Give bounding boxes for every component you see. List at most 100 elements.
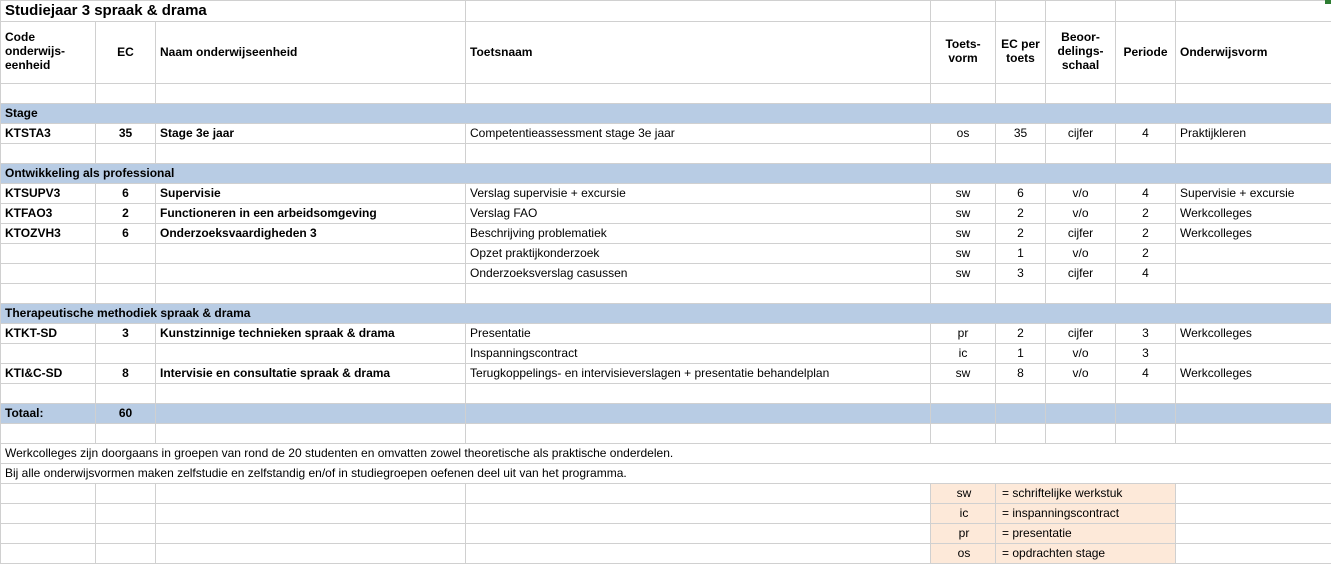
table-row: KTFAO32Functioneren in een arbeidsomgevi… bbox=[1, 204, 1331, 224]
cell-code: KTI&C-SD bbox=[1, 364, 96, 384]
cell-toets: Verslag supervisie + excursie bbox=[466, 184, 931, 204]
table-row: Inspanningscontractic1v/o3 bbox=[1, 344, 1331, 364]
legend-value: = schriftelijke werkstuk bbox=[996, 484, 1176, 504]
cell-periode: 2 bbox=[1116, 244, 1176, 264]
table-row: KTSUPV36SupervisieVerslag supervisie + e… bbox=[1, 184, 1331, 204]
cell-toets: Onderzoeksverslag casussen bbox=[466, 264, 931, 284]
cell-onderwijsvorm bbox=[1176, 244, 1331, 264]
legend-key: os bbox=[931, 544, 996, 564]
cell-periode: 4 bbox=[1116, 264, 1176, 284]
cell-vorm: ic bbox=[931, 344, 996, 364]
cell-schaal: v/o bbox=[1046, 184, 1116, 204]
cell-ec: 2 bbox=[96, 204, 156, 224]
note-row: Werkcolleges zijn doorgaans in groepen v… bbox=[1, 444, 1331, 464]
col-naam: Naam onderwijseenheid bbox=[156, 22, 466, 84]
cell-ec-per-toets: 1 bbox=[996, 344, 1046, 364]
cell-schaal: v/o bbox=[1046, 344, 1116, 364]
cell-ec bbox=[96, 264, 156, 284]
cell-toets: Presentatie bbox=[466, 324, 931, 344]
empty-row bbox=[1, 384, 1331, 404]
cell-ec bbox=[96, 244, 156, 264]
title-row: Studiejaar 3 spraak & drama bbox=[1, 1, 1331, 22]
cell-schaal: v/o bbox=[1046, 244, 1116, 264]
table-row: Opzet praktijkonderzoeksw1v/o2 bbox=[1, 244, 1331, 264]
section-header: Therapeutische methodiek spraak & drama bbox=[1, 304, 1331, 324]
cell-vorm: os bbox=[931, 124, 996, 144]
cell-toets: Opzet praktijkonderzoek bbox=[466, 244, 931, 264]
section-header: Ontwikkeling als professional bbox=[1, 164, 1331, 184]
note-row: Bij alle onderwijsvormen maken zelfstudi… bbox=[1, 464, 1331, 484]
cell-ec-per-toets: 2 bbox=[996, 324, 1046, 344]
cell-onderwijsvorm: Werkcolleges bbox=[1176, 224, 1331, 244]
cell-code: KTFAO3 bbox=[1, 204, 96, 224]
col-periode: Periode bbox=[1116, 22, 1176, 84]
total-label: Totaal: bbox=[1, 404, 96, 424]
legend-row: sw= schriftelijke werkstuk bbox=[1, 484, 1331, 504]
curriculum-table: Studiejaar 3 spraak & dramaCode onderwij… bbox=[0, 0, 1331, 564]
cell-schaal: v/o bbox=[1046, 364, 1116, 384]
cell-vorm: sw bbox=[931, 184, 996, 204]
legend-row: pr= presentatie bbox=[1, 524, 1331, 544]
note-text: Bij alle onderwijsvormen maken zelfstudi… bbox=[1, 464, 1331, 484]
legend-key: ic bbox=[931, 504, 996, 524]
cell-onderwijsvorm bbox=[1176, 264, 1331, 284]
legend-key: sw bbox=[931, 484, 996, 504]
cell-ec: 8 bbox=[96, 364, 156, 384]
cell-schaal: cijfer bbox=[1046, 124, 1116, 144]
cell-periode: 4 bbox=[1116, 184, 1176, 204]
cell-onderwijsvorm: Werkcolleges bbox=[1176, 324, 1331, 344]
cell-periode: 4 bbox=[1116, 364, 1176, 384]
cell-vorm: sw bbox=[931, 224, 996, 244]
legend-value: = opdrachten stage bbox=[996, 544, 1176, 564]
cell-ec-per-toets: 8 bbox=[996, 364, 1046, 384]
col-ec-per-toets: EC per toets bbox=[996, 22, 1046, 84]
col-code: Code onderwijs-eenheid bbox=[1, 22, 96, 84]
table-row: KTOZVH36Onderzoeksvaardigheden 3Beschrij… bbox=[1, 224, 1331, 244]
cell-ec: 3 bbox=[96, 324, 156, 344]
legend-value: = inspanningscontract bbox=[996, 504, 1176, 524]
cell-ec: 35 bbox=[96, 124, 156, 144]
cell-ec-per-toets: 1 bbox=[996, 244, 1046, 264]
cell-periode: 2 bbox=[1116, 204, 1176, 224]
cell-ec: 6 bbox=[96, 184, 156, 204]
section-title: Therapeutische methodiek spraak & drama bbox=[1, 304, 1331, 324]
cell-periode: 4 bbox=[1116, 124, 1176, 144]
header-row: Code onderwijs-eenheidECNaam onderwijsee… bbox=[1, 22, 1331, 84]
cell-vorm: sw bbox=[931, 204, 996, 224]
cell-naam bbox=[156, 244, 466, 264]
cell-ec-per-toets: 2 bbox=[996, 224, 1046, 244]
cell-naam: Stage 3e jaar bbox=[156, 124, 466, 144]
cell-onderwijsvorm: Werkcolleges bbox=[1176, 364, 1331, 384]
cell-ec: 6 bbox=[96, 224, 156, 244]
cell-naam bbox=[156, 344, 466, 364]
col-onderwijsvorm: Onderwijsvorm bbox=[1176, 22, 1331, 84]
cell-code: KTSTA3 bbox=[1, 124, 96, 144]
cell-ec-per-toets: 3 bbox=[996, 264, 1046, 284]
cell-naam: Intervisie en consultatie spraak & drama bbox=[156, 364, 466, 384]
cell-schaal: v/o bbox=[1046, 204, 1116, 224]
page-title: Studiejaar 3 spraak & drama bbox=[1, 1, 466, 22]
table-row: Onderzoeksverslag casussensw3cijfer4 bbox=[1, 264, 1331, 284]
section-header: Stage bbox=[1, 104, 1331, 124]
cell-code bbox=[1, 264, 96, 284]
cell-vorm: sw bbox=[931, 244, 996, 264]
cell-vorm: pr bbox=[931, 324, 996, 344]
section-title: Stage bbox=[1, 104, 1331, 124]
table-row: KTKT-SD3Kunstzinnige technieken spraak &… bbox=[1, 324, 1331, 344]
col-toetsvorm: Toets-vorm bbox=[931, 22, 996, 84]
empty-row bbox=[1, 144, 1331, 164]
cell-code bbox=[1, 344, 96, 364]
cell-toets: Competentieassessment stage 3e jaar bbox=[466, 124, 931, 144]
col-toetsnaam: Toetsnaam bbox=[466, 22, 931, 84]
section-title: Ontwikkeling als professional bbox=[1, 164, 1331, 184]
cell-toets: Beschrijving problematiek bbox=[466, 224, 931, 244]
cell-code: KTKT-SD bbox=[1, 324, 96, 344]
empty-row bbox=[1, 84, 1331, 104]
cell-naam: Supervisie bbox=[156, 184, 466, 204]
green-corner-marker bbox=[1325, 0, 1331, 4]
total-ec: 60 bbox=[96, 404, 156, 424]
cell-code bbox=[1, 244, 96, 264]
cell-naam: Functioneren in een arbeidsomgeving bbox=[156, 204, 466, 224]
cell-periode: 3 bbox=[1116, 344, 1176, 364]
cell-ec-per-toets: 6 bbox=[996, 184, 1046, 204]
